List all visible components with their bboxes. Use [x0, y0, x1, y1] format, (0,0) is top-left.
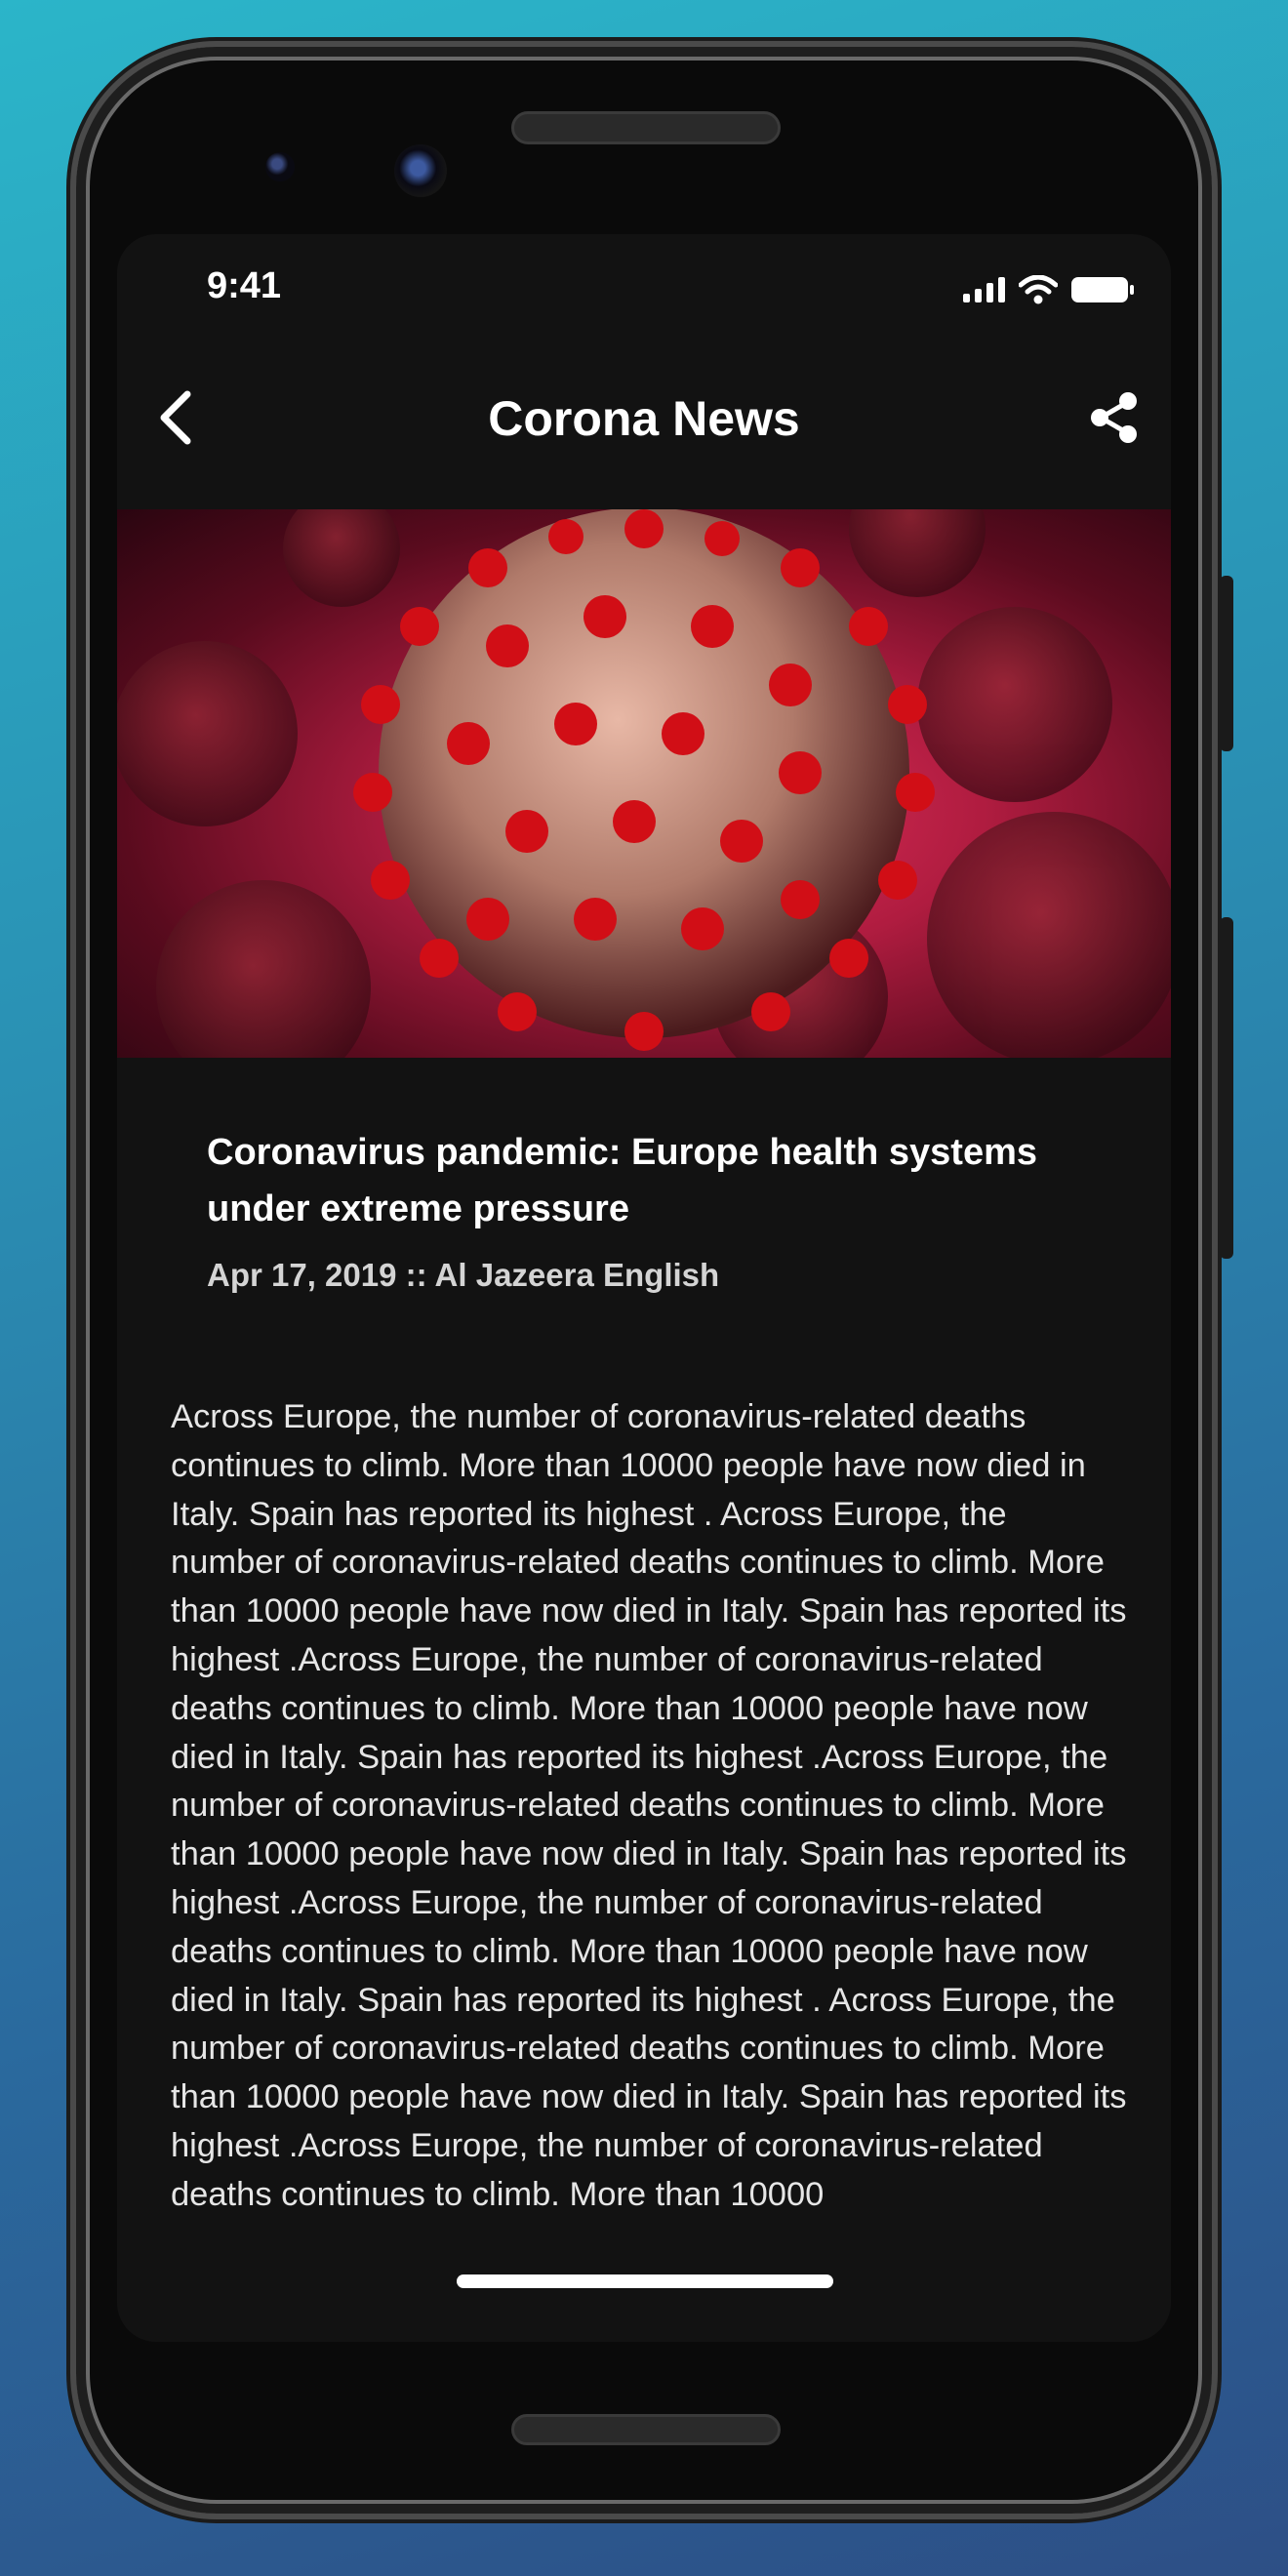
- status-icons: [963, 275, 1134, 304]
- power-button: [1220, 576, 1233, 751]
- wifi-icon: [1019, 275, 1058, 304]
- article-meta: Apr 17, 2019 :: Al Jazeera English: [207, 1257, 720, 1293]
- cellular-signal-icon: [963, 277, 1005, 302]
- status-bar: 9:41: [117, 234, 1171, 342]
- article-body: Across Europe, the number of coronavirus…: [171, 1398, 1127, 2213]
- front-camera-icon: [394, 144, 447, 197]
- article-headline: Coronavirus pandemic: Europe health syst…: [207, 1132, 1038, 1229]
- coronavirus-image: [117, 509, 1171, 1058]
- article-header: Coronavirus pandemic: Europe health syst…: [207, 1124, 1085, 1294]
- bottom-speaker: [511, 2414, 781, 2445]
- page-title: Corona News: [488, 391, 800, 446]
- share-button[interactable]: [1075, 379, 1153, 457]
- earpiece-speaker: [511, 111, 781, 144]
- battery-icon: [1071, 277, 1134, 302]
- navigation-bar: Corona News: [117, 351, 1171, 488]
- home-indicator[interactable]: [457, 2274, 833, 2288]
- status-time: 9:41: [207, 265, 282, 306]
- app-screen: 9:41 Corona News Coronavirus pandemic: E…: [117, 234, 1171, 2342]
- hero-image: [117, 509, 1171, 1058]
- share-icon: [1091, 392, 1137, 443]
- sensor-icon: [265, 152, 295, 181]
- volume-button: [1220, 917, 1233, 1259]
